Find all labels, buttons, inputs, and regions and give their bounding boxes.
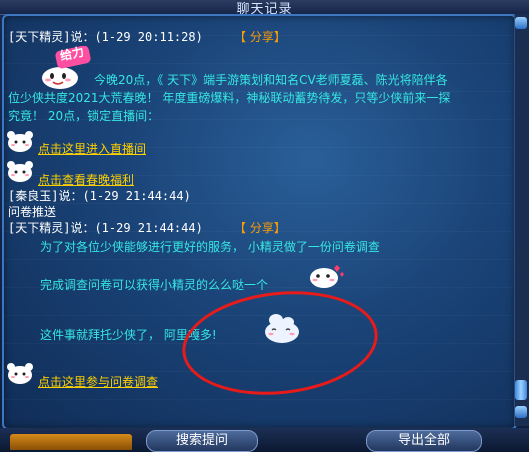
- message-header: [天下精灵]说：(1-29 21:44:44): [8, 221, 203, 235]
- scroll-thumb[interactable]: [515, 380, 527, 400]
- title-bar: 聊天记录: [0, 0, 529, 17]
- scrollbar[interactable]: [514, 14, 529, 426]
- message-text: 问卷推送: [8, 205, 57, 219]
- message-header: [天下精灵]说：(1-29 20:11:28): [8, 30, 203, 44]
- survey-link[interactable]: 点击这里参与问卷调查: [38, 374, 158, 390]
- search-question-button[interactable]: 搜索提问: [146, 430, 258, 452]
- message-header: [秦良玉]说：(1-29 21:44:44): [8, 189, 191, 203]
- message-text: 今晚20点，《 天下》端手游策划和知名CV老师夏磊、陈光将陪伴各: [94, 73, 448, 87]
- mascot-icon: [6, 362, 34, 384]
- gala-benefits-link[interactable]: 点击查看春晚福利: [38, 172, 134, 188]
- share-button[interactable]: 【 分享】: [234, 29, 286, 45]
- orange-tab[interactable]: [10, 434, 132, 450]
- message-text: 位少侠共度2021大荒春晚！ 年度重磅爆料，神秘联动蓄势待发，只等少侠前来一探: [8, 91, 451, 105]
- message-text: 完成调查问卷可以获得小精灵的么么哒一个: [40, 278, 269, 292]
- kiss-emoji-icon: [306, 262, 346, 290]
- live-stream-link[interactable]: 点击这里进入直播间: [38, 141, 146, 157]
- scroll-up-arrow-icon[interactable]: [515, 17, 527, 29]
- mascot-icon: [6, 130, 34, 152]
- export-all-button[interactable]: 导出全部: [366, 430, 482, 452]
- message-text: 究竟！ 20点，锁定直播间：: [8, 109, 160, 123]
- message-text: 为了对各位少侠能够进行更好的服务， 小精灵做了一份问卷调查: [40, 240, 380, 254]
- share-button[interactable]: 【 分享】: [234, 220, 286, 236]
- mascot-icon: [6, 160, 34, 182]
- chat-log-window: 聊天记录 [天下精灵]说：(1-29 20:11:28) 【 分享】 给力 今晚…: [0, 0, 529, 452]
- scroll-down-arrow-icon[interactable]: [515, 406, 527, 418]
